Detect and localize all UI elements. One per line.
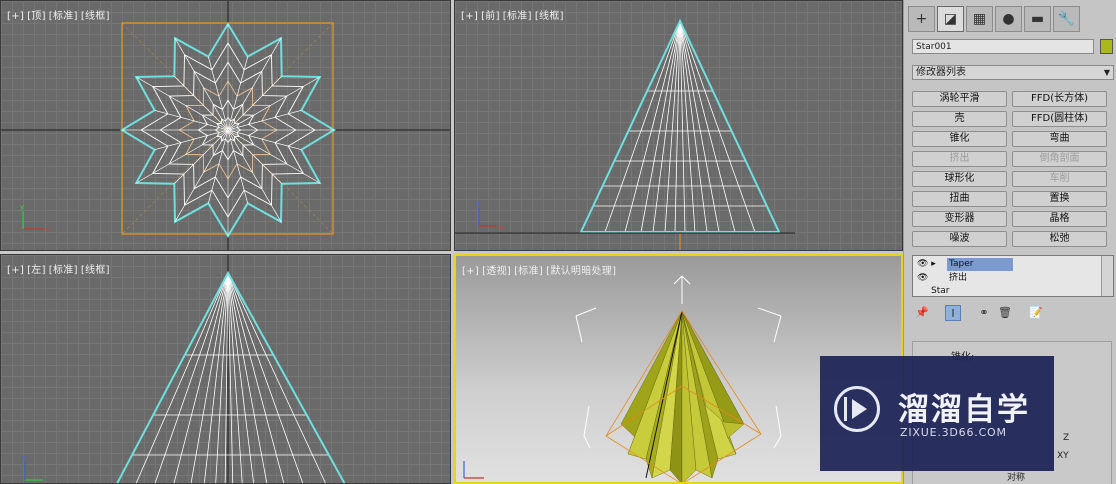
stack-scrollbar[interactable] bbox=[1101, 256, 1113, 296]
modifier-button[interactable]: 噪波 bbox=[912, 231, 1007, 247]
modifier-button[interactable]: 锥化 bbox=[912, 131, 1007, 147]
chevron-down-icon: ▼ bbox=[1103, 68, 1110, 77]
modifier-stack[interactable]: 👁 ▸ Taper 👁 挤出 Star bbox=[912, 255, 1114, 297]
modifier-button[interactable]: 倒角剖面 bbox=[1012, 151, 1107, 167]
modifier-button[interactable]: 车削 bbox=[1012, 171, 1107, 187]
modify-tab-icon[interactable]: ◪ bbox=[937, 6, 964, 32]
viewport-label[interactable]: [+] [顶] [标准] [线框] bbox=[7, 7, 113, 22]
viewport-label[interactable]: [+] [前] [标准] [线框] bbox=[461, 7, 567, 22]
svg-text:y: y bbox=[20, 203, 24, 211]
object-name-field[interactable]: Star001 bbox=[912, 39, 1094, 54]
display-tab-icon[interactable]: ▬ bbox=[1024, 6, 1051, 32]
svg-text:z: z bbox=[22, 454, 26, 462]
viewport-label[interactable]: [+] [透视] [标准] [默认明暗处理] bbox=[462, 262, 619, 277]
modifier-button[interactable]: 涡轮平滑 bbox=[912, 91, 1007, 107]
modifier-button[interactable]: 壳 bbox=[912, 111, 1007, 127]
axis-tripod-icon: x y bbox=[20, 203, 49, 234]
modifier-button[interactable]: FFD(圆柱体) bbox=[1012, 111, 1107, 127]
modifier-button[interactable]: 扭曲 bbox=[912, 191, 1007, 207]
axis-tripod-icon: x z bbox=[476, 200, 503, 231]
front-view-cone: x z bbox=[455, 18, 795, 250]
left-view-cone: z bbox=[22, 255, 346, 483]
effect-axis-label: XY bbox=[1057, 451, 1069, 461]
make-unique-icon[interactable]: ⚭ bbox=[976, 305, 992, 321]
utilities-tab-icon[interactable]: 🔧 bbox=[1053, 6, 1080, 32]
hierarchy-tab-icon[interactable]: ▦ bbox=[966, 6, 993, 32]
svg-text:x: x bbox=[499, 223, 503, 231]
command-panel-tabs: + ◪ ▦ ● ▬ 🔧 bbox=[908, 6, 1080, 34]
viewport-top[interactable]: [+] [顶] [标准] [线框] x y bbox=[0, 0, 451, 251]
watermark-title: 溜溜自学 bbox=[898, 392, 1030, 428]
watermark: 溜溜自学 ZIXUE.3D66.COM bbox=[820, 356, 1054, 471]
motion-tab-icon[interactable]: ● bbox=[995, 6, 1022, 32]
modifier-list-label: 修改器列表 bbox=[916, 67, 966, 78]
viewport-left[interactable]: [+] [左] [标准] [线框] z bbox=[0, 254, 451, 484]
stack-item-label: Star bbox=[931, 286, 950, 296]
viewport-label[interactable]: [+] [左] [标准] [线框] bbox=[7, 261, 113, 276]
stack-item-taper[interactable]: 👁 ▸ Taper bbox=[913, 258, 1099, 271]
stack-item-star[interactable]: Star bbox=[913, 285, 1099, 298]
watermark-url: ZIXUE.3D66.COM bbox=[900, 426, 1007, 439]
modifier-list-dropdown[interactable]: 修改器列表 ▼ bbox=[912, 65, 1114, 80]
modifier-button[interactable]: 挤出 bbox=[912, 151, 1007, 167]
modifier-button[interactable]: 松弛 bbox=[1012, 231, 1107, 247]
modifier-button[interactable]: 弯曲 bbox=[1012, 131, 1107, 147]
object-color-swatch[interactable] bbox=[1100, 39, 1113, 54]
modifier-button[interactable]: 晶格 bbox=[1012, 211, 1107, 227]
pin-stack-icon[interactable]: 📌 bbox=[914, 305, 930, 321]
show-end-result-icon[interactable]: Ⅰ bbox=[945, 305, 961, 321]
eye-icon[interactable]: 👁 ▸ bbox=[917, 258, 936, 271]
play-logo-icon bbox=[834, 386, 880, 432]
modifier-button[interactable]: FFD(长方体) bbox=[1012, 91, 1107, 107]
viewport-front[interactable]: [+] [前] [标准] [线框] x z bbox=[454, 0, 903, 251]
modifier-button[interactable]: 置换 bbox=[1012, 191, 1107, 207]
modifier-button[interactable]: 球形化 bbox=[912, 171, 1007, 187]
svg-text:z: z bbox=[476, 200, 480, 208]
svg-text:x: x bbox=[45, 226, 49, 234]
primary-axis-label: Z bbox=[1063, 433, 1070, 443]
stack-item-extrude[interactable]: 👁 挤出 bbox=[913, 272, 1099, 285]
top-view-star: x y bbox=[1, 1, 450, 250]
stack-item-label: 挤出 bbox=[949, 273, 968, 283]
stack-item-label: Taper bbox=[947, 258, 1014, 271]
create-tab-icon[interactable]: + bbox=[908, 6, 935, 32]
modifier-button[interactable]: 变形器 bbox=[912, 211, 1007, 227]
symmetry-checkbox-label[interactable]: 对称 bbox=[1007, 470, 1025, 483]
remove-modifier-icon[interactable]: 🗑 bbox=[997, 305, 1013, 321]
eye-icon[interactable]: 👁 bbox=[917, 272, 928, 285]
axis-tripod-icon: z bbox=[22, 454, 43, 481]
configure-modifier-sets-icon[interactable]: 📝 bbox=[1028, 305, 1044, 321]
